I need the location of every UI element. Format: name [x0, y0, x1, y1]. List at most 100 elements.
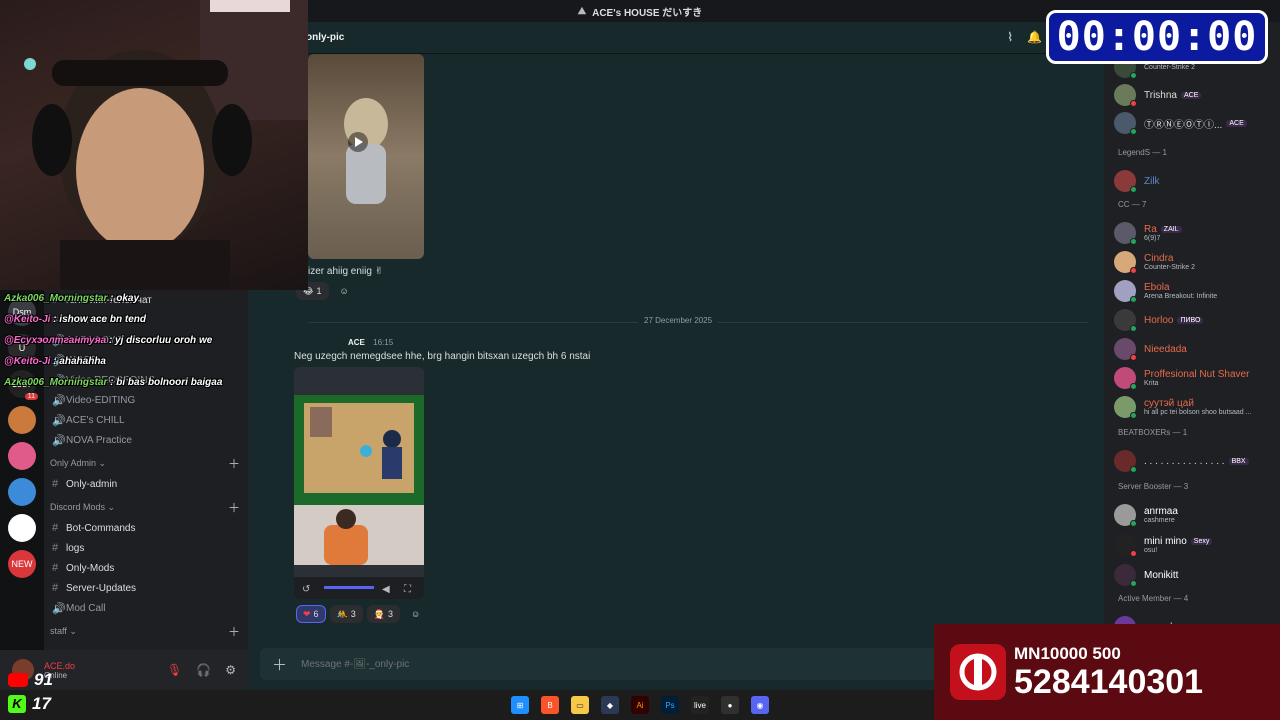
discord-app: ⛰ ACE's HOUSE だいすき only-pic ⌇ 🔔 izer ahi… [0, 0, 1280, 720]
file-explorer-icon[interactable]: ▭ [571, 696, 589, 714]
video-thumbnail [344, 98, 388, 204]
obs-icon[interactable]: ● [721, 696, 739, 714]
mod-channel-group: # Bot-Commands # logs # Only-Mods # Server-Upda… [44, 518, 248, 618]
member-name: Trishna [1144, 89, 1177, 101]
member-name: суутэй цай [1144, 398, 1194, 409]
category-discord-mods[interactable]: Discord Mods ⌄ ＋ [44, 496, 248, 518]
speaker-icon: 🔊 [52, 602, 66, 615]
server-icon-3[interactable] [8, 406, 36, 434]
add-reaction-button[interactable]: ☺ [333, 282, 356, 300]
member-text: Ra ZAIL 6(9)7 [1136, 224, 1182, 242]
app-icon[interactable]: ◆ [601, 696, 619, 714]
member-item[interactable]: Ebola Arena Breakout: Infinite [1114, 280, 1217, 303]
live-app-icon[interactable]: live [691, 696, 709, 714]
server-icon-7[interactable]: NEW [8, 550, 36, 578]
member-text: Horloo ПИВО [1136, 315, 1204, 326]
add-channel-icon[interactable]: ＋ [228, 455, 240, 472]
channel-item[interactable]: # Bot-Commands [44, 518, 248, 538]
discord-taskbar-icon[interactable]: ◉ [751, 696, 769, 714]
member-item[interactable]: Monikitt [1114, 564, 1178, 587]
member-item[interactable]: . . . . . . . . . . . . . . . BBX [1114, 450, 1249, 473]
status-dot [1130, 580, 1137, 587]
member-item[interactable]: суутэй цай hi all pc tei bolson shoo buts… [1114, 396, 1251, 419]
twitch-chat-line: @Keito-Ji : ishow ace bn tend [4, 314, 146, 325]
twitch-chat-user: Azka006_Morningstar [4, 293, 108, 304]
threads-icon[interactable]: ⌇ [1007, 30, 1013, 44]
youtube-viewer-count: 91 [8, 670, 53, 690]
server-icon-5[interactable] [8, 478, 36, 506]
start-windows-icon[interactable]: ⊞ [511, 696, 529, 714]
volume-icon[interactable]: ◀ [382, 584, 390, 595]
status-dot [1130, 296, 1137, 303]
twitch-chat-user: @Keito-Ji [4, 356, 51, 367]
message-composer[interactable]: ＋ Message #-🖼-_only-pic [260, 648, 960, 680]
member-name-row: Nieedada [1136, 344, 1187, 355]
brave-browser-icon[interactable]: B [541, 696, 559, 714]
member-item[interactable]: anrmaa cashmere [1114, 504, 1178, 527]
settings-gear-icon[interactable]: ⚙ [225, 663, 236, 677]
member-item[interactable]: Cindra Counter-Strike 2 [1114, 251, 1195, 274]
status-dot [1130, 354, 1137, 361]
twitch-chat-text: : ahahahha [53, 356, 106, 367]
video-attachment[interactable] [308, 54, 424, 259]
speaker-icon: 🔊 [52, 414, 66, 427]
channel-item[interactable]: # Server-Updates [44, 578, 248, 598]
role-header: Server Booster — 3 [1118, 482, 1189, 491]
hash-icon: # [52, 582, 59, 594]
message-author[interactable]: ACE [348, 338, 365, 347]
server-icon-4[interactable] [8, 442, 36, 470]
channel-item[interactable]: # Only-Mods [44, 558, 248, 578]
member-name: mini mino [1144, 536, 1187, 547]
member-item[interactable]: Nieedada [1114, 338, 1187, 361]
member-avatar [1114, 222, 1137, 245]
member-avatar [1114, 504, 1137, 527]
status-dot [1130, 238, 1137, 245]
category-only-admin[interactable]: Only Admin ⌄ ＋ [44, 452, 248, 474]
video-attachment-2[interactable]: ↺ ◀ ⛶ [294, 367, 424, 599]
reaction-heart[interactable]: ❤ 6 [296, 605, 326, 623]
member-name-row: . . . . . . . . . . . . . . . BBX [1136, 456, 1249, 467]
status-dot [1130, 412, 1137, 419]
bell-icon[interactable]: 🔔 [1027, 30, 1042, 44]
replay-icon[interactable]: ↺ [302, 584, 310, 595]
headphones-icon[interactable]: 🎧 [196, 663, 211, 677]
member-name-row: суутэй цай [1136, 398, 1251, 409]
channel-item[interactable]: 🔊 NOVA Practice [44, 430, 248, 450]
member-item[interactable]: Trishna ACE [1114, 84, 1202, 107]
twitch-chat-line: @Eсухэолтгантуяа : yj discorluu oroh we [4, 335, 212, 346]
channel-item[interactable]: 🔊 Video-EDITING [44, 390, 248, 410]
add-channel-icon[interactable]: ＋ [228, 623, 240, 640]
member-name: Proffesional Nut Shaver [1144, 369, 1250, 380]
channel-only-admin[interactable]: # Only-admin [44, 474, 248, 494]
twitch-chat-text: : ishow ace bn tend [53, 314, 146, 325]
mute-mic-icon[interactable]: 🎙 [167, 663, 182, 677]
attach-plus-icon[interactable]: ＋ [272, 654, 287, 675]
message-time: 16:15 [373, 338, 394, 347]
speaker-icon: 🔊 [52, 434, 66, 447]
illustrator-icon[interactable]: Ai [631, 696, 649, 714]
channel-item[interactable]: 🔊 ACE's CHILL [44, 410, 248, 430]
member-item[interactable]: mini mino Sexy osu! [1114, 534, 1213, 557]
twitch-chat-user: Azka006_Morningstar [4, 377, 108, 388]
member-item[interactable]: Horloo ПИВО [1114, 309, 1204, 332]
member-item[interactable]: Ra ZAIL 6(9)7 [1114, 222, 1182, 245]
member-name: anrmaa [1144, 506, 1178, 517]
member-text: Nieedada [1136, 344, 1187, 355]
user-name[interactable]: ACE.do [44, 661, 75, 671]
member-item[interactable]: ⓉⓇⓃⒺⓄⓉⒾ... ACE [1114, 112, 1247, 135]
member-tag: ZAIL [1160, 226, 1182, 233]
channel-item[interactable]: # logs [44, 538, 248, 558]
category-staff[interactable]: staff ⌄ ＋ [44, 620, 248, 642]
reaction-santa[interactable]: 🧑‍🎄 3 [366, 605, 401, 623]
server-icon-6[interactable] [8, 514, 36, 542]
composer-placeholder: Message #-🖼-_only-pic [301, 658, 410, 670]
fullscreen-icon[interactable]: ⛶ [403, 584, 412, 595]
stream-timer: 00:00:00 [1046, 10, 1268, 64]
add-reaction-button-2[interactable]: ☺ [404, 605, 427, 623]
add-channel-icon[interactable]: ＋ [228, 499, 240, 516]
reaction-wrestlers[interactable]: 🤼 3 [329, 605, 363, 623]
member-item[interactable]: Zilk [1114, 170, 1160, 193]
channel-item[interactable]: 🔊 Mod Call [44, 598, 248, 618]
member-item[interactable]: Proffesional Nut Shaver Krita [1114, 367, 1250, 390]
photoshop-icon[interactable]: Ps [661, 696, 679, 714]
